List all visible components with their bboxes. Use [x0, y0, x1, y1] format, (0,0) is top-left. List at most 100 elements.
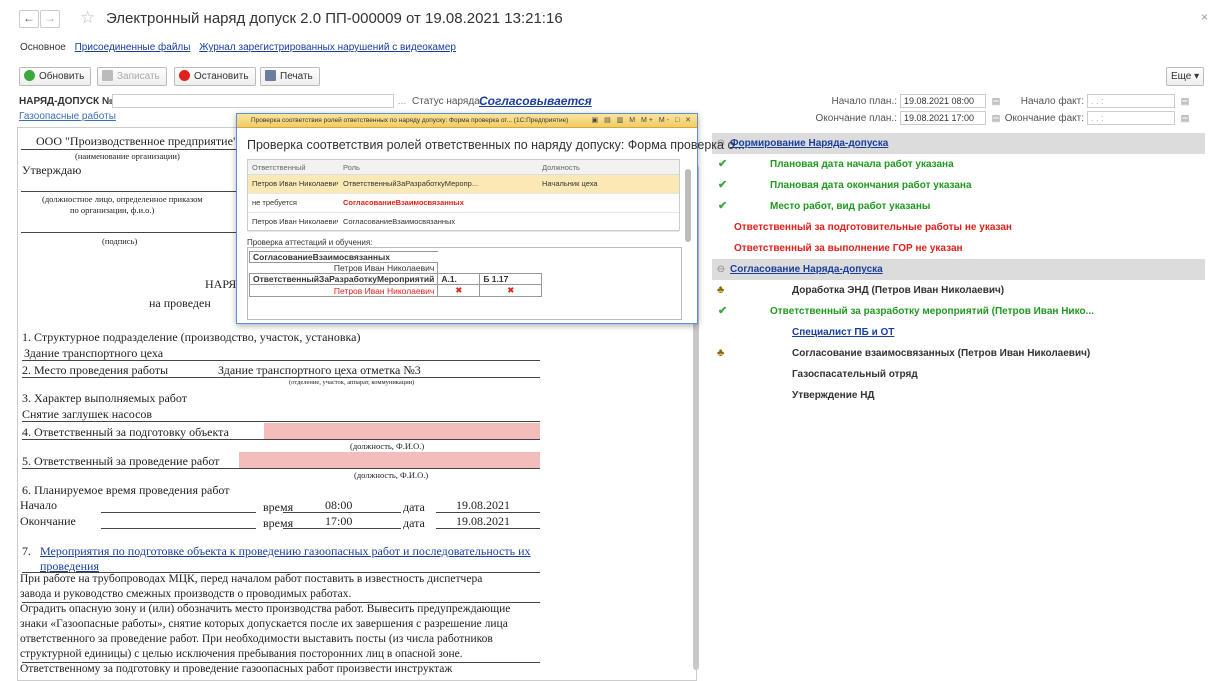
tab-bar: Основное Присоединенные файлы Журнал зар…	[20, 42, 462, 53]
check-item[interactable]: ✔ Ответственный за разработку мероприятий…	[712, 301, 1205, 322]
check-item-text: Ответственный за разработку мероприятий …	[770, 306, 1094, 317]
calendar-icon[interactable]: ▤	[1179, 112, 1191, 124]
fact-start-label: Начало факт:	[1020, 96, 1084, 107]
user-icon: ♣	[717, 347, 725, 359]
user-icon: ♣	[717, 284, 725, 296]
check-item[interactable]: Ответственный за выполнение ГОР не указа…	[712, 238, 1205, 259]
stop-icon	[179, 70, 190, 81]
check-item-text: Ответственный за выполнение ГОР не указа…	[734, 243, 963, 254]
measure-3-line1: Ответственному за подготовку и проведени…	[20, 663, 453, 675]
check-icon: ✔	[718, 179, 728, 191]
section-formation[interactable]: ⊖ Формирование Наряда-допуска	[712, 133, 1205, 154]
status-value[interactable]: Согласовывается	[479, 94, 592, 108]
measure-2-line4: структурной единицы) с целью исключения …	[20, 648, 463, 660]
check-item[interactable]: ♣ Доработка ЭНД (Петров Иван Николаевич)	[712, 280, 1205, 301]
save-button[interactable]: Записать	[97, 67, 167, 86]
role-check-dialog: Проверка соответствия ролей ответственны…	[236, 113, 745, 324]
check-icon: ✔	[718, 200, 728, 212]
gas-works-link[interactable]: Газоопасные работы	[19, 111, 116, 122]
end-date: 19.08.2021	[456, 514, 510, 528]
stop-label: Остановить	[194, 71, 249, 82]
start-time: 08:00	[325, 498, 353, 512]
stop-button[interactable]: Остановить	[174, 67, 256, 86]
tab-main[interactable]: Основное	[20, 42, 66, 53]
doc-heading: НАРЯ	[205, 277, 237, 291]
item6-label: 6. Планируемое время проведения работ	[22, 483, 230, 497]
column-header[interactable]: Должность	[542, 160, 642, 175]
table-cell: ОтветственныйЗаРазработкуМеропр...	[343, 179, 479, 188]
dialog-title: Проверка соответствия ролей ответственны…	[247, 138, 745, 152]
tab-attached-files[interactable]: Присоединенные файлы	[75, 42, 191, 53]
window-controls-icon[interactable]: ▣ ▤ ▥ M M+ M- □ ✕	[592, 114, 693, 127]
item4-field[interactable]	[264, 423, 540, 439]
section-formation-title: Формирование Наряда-допуска	[730, 138, 889, 149]
measure-2-line1: Оградить опасную зону и (или) обозначить…	[20, 603, 511, 615]
table-cell: Петров Иван Николаевич	[252, 217, 338, 226]
back-button[interactable]: ←	[19, 10, 39, 28]
permit-number-field[interactable]	[112, 94, 394, 108]
measure-2-line3: ответственного за проведение работ. При …	[20, 633, 493, 645]
table-row[interactable]: Петров Иван Николаевич СогласованиеВзаимо…	[248, 213, 679, 232]
item7-link[interactable]: Мероприятия по подготовке объекта к пров…	[40, 544, 531, 559]
fact-end-field[interactable]: . . :	[1087, 111, 1175, 125]
check-icon: ✔	[718, 158, 728, 170]
fact-end-label: Окончание факт:	[1004, 113, 1084, 124]
refresh-label: Обновить	[39, 71, 85, 82]
save-label: Записать	[117, 71, 160, 82]
item7-number: 7.	[22, 544, 31, 558]
calendar-icon[interactable]: ▤	[1179, 95, 1191, 107]
column-header[interactable]: Ответственный	[252, 160, 336, 175]
column-header[interactable]: Роль	[343, 160, 463, 175]
check-item[interactable]: ♣ Согласование взаимосвязанных (Петров Ив…	[712, 343, 1205, 364]
table-cell: СогласованиеВзаимосвязанных	[343, 217, 456, 226]
calendar-icon[interactable]: ▤	[990, 95, 1002, 107]
tab-violations-journal[interactable]: Журнал зарегистрированных нарушений с ви…	[199, 42, 456, 53]
check-item[interactable]: Газоспасательный отряд	[712, 364, 1205, 385]
favorite-star-icon[interactable]: ☆	[80, 9, 95, 27]
close-icon[interactable]: ×	[1201, 10, 1208, 24]
fact-start-field[interactable]: . . :	[1087, 94, 1175, 108]
collapse-icon[interactable]: ⊖	[712, 259, 730, 280]
cert-role-2: ОтветственныйЗаРазработкуМероприятий	[248, 273, 439, 285]
table-row[interactable]: не требуется СогласованиеВзаимосвязанных	[248, 194, 679, 213]
check-item-text: Согласование взаимосвязанных (Петров Ива…	[792, 348, 1091, 359]
forward-button[interactable]: →	[40, 10, 60, 28]
measure-2-line2: знаки «Газоопасные работы», снятие котор…	[20, 618, 508, 630]
formation-items: ✔ Плановая дата начала работ указана ✔ План…	[712, 154, 1205, 259]
item1-label: 1. Структурное подразделение (производст…	[22, 330, 361, 344]
check-item[interactable]: Специалист ПБ и ОТ	[712, 322, 1205, 343]
item3-value: Снятие заглушек насосов	[22, 407, 153, 421]
print-label: Печать	[280, 71, 313, 82]
plan-start-field[interactable]: 19.08.2021 08:00	[900, 94, 986, 108]
measure-1-line1: При работе на трубопроводах МЦК, перед н…	[20, 573, 483, 585]
select-button-icon[interactable]: …	[396, 95, 408, 107]
check-item[interactable]: ✔ Плановая дата окончания работ указана	[712, 175, 1205, 196]
sign-caption: (подпись)	[102, 236, 138, 246]
table-scrollbar[interactable]	[685, 169, 691, 242]
check-item-text: Плановая дата начала работ указана	[770, 159, 954, 170]
check-item-text: Плановая дата окончания работ указана	[770, 180, 972, 191]
fail-icon: ✖	[437, 284, 481, 297]
check-item[interactable]: ✔ Плановая дата начала работ указана	[712, 154, 1205, 175]
cert-col-b: Б 1.17	[479, 273, 543, 285]
check-icon: ✔	[718, 305, 728, 317]
item5-field[interactable]	[239, 452, 540, 468]
approval-items: ♣ Доработка ЭНД (Петров Иван Николаевич) ✔…	[712, 280, 1205, 406]
printer-icon	[265, 70, 276, 81]
refresh-button[interactable]: Обновить	[19, 67, 92, 86]
section-approval[interactable]: ⊖ Согласование Наряда-допуска	[712, 259, 1205, 280]
item1-value: Здание транспортного цеха	[24, 346, 164, 360]
check-item[interactable]: Утверждение НД	[712, 385, 1205, 406]
print-button[interactable]: Печать	[260, 67, 320, 86]
plan-end-field[interactable]: 19.08.2021 17:00	[900, 111, 986, 125]
item2-value: Здание транспортного цеха отметка №3	[218, 363, 421, 377]
check-item-text: Ответственный за подготовительные работы…	[734, 222, 1012, 233]
check-item-text[interactable]: Специалист ПБ и ОТ	[792, 322, 894, 343]
check-item[interactable]: ✔ Место работ, вид работ указаны	[712, 196, 1205, 217]
table-row[interactable]: Петров Иван Николаевич (00000000... Ответ…	[248, 175, 679, 194]
more-button[interactable]: Еще ▾	[1166, 67, 1205, 86]
check-item[interactable]: Ответственный за подготовительные работы…	[712, 217, 1205, 238]
start-date-label: дата	[403, 500, 425, 514]
check-item-text: Доработка ЭНД (Петров Иван Николаевич)	[792, 285, 1005, 296]
table-cell: СогласованиеВзаимосвязанных	[343, 198, 464, 207]
